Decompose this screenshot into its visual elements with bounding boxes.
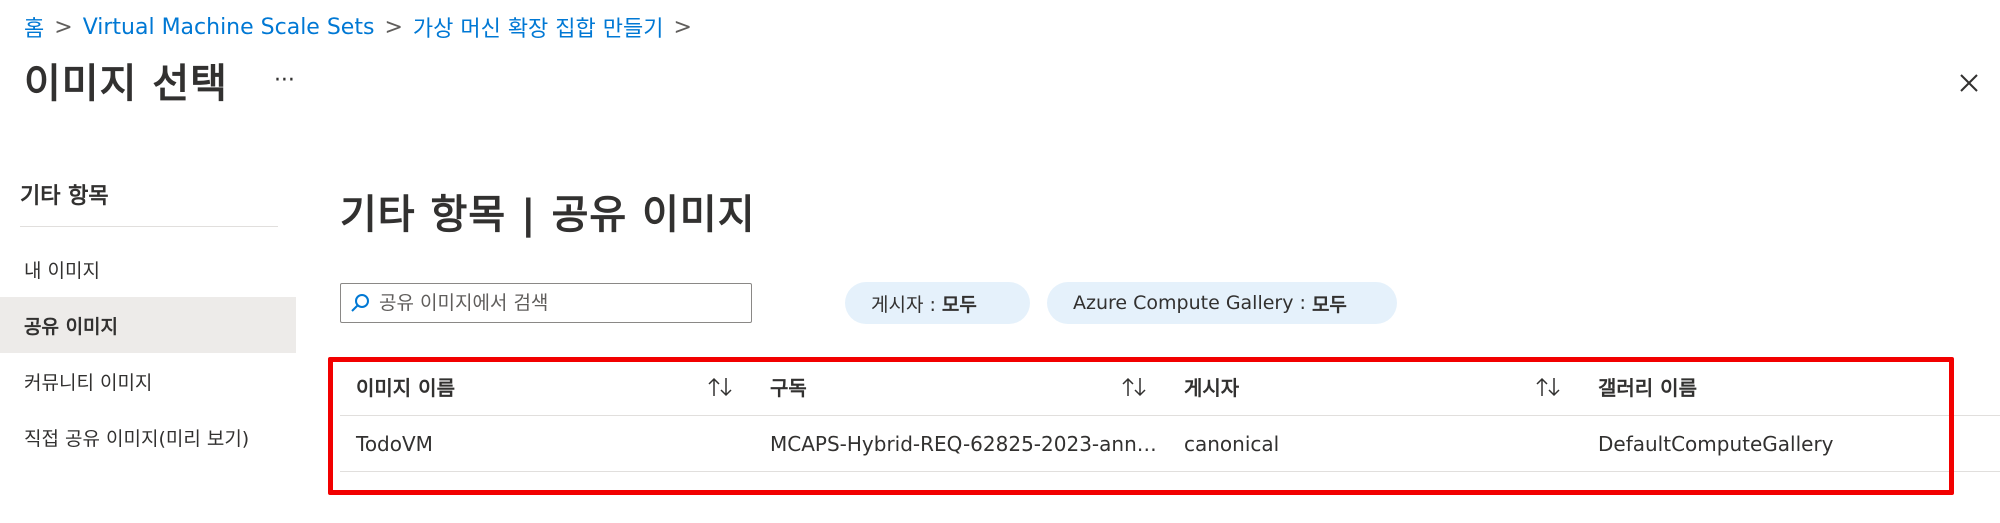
column-header-label: 이미지 이름 <box>356 376 455 400</box>
cell-subscription-text: MCAPS-Hybrid-REQ-62825-2023-annaj... <box>770 431 1168 456</box>
breadcrumb-home-link[interactable]: 홈 <box>24 11 44 43</box>
column-header-subscription[interactable]: 구독 <box>754 358 1168 415</box>
more-options-button[interactable]: ··· <box>268 68 301 93</box>
page-title: 이미지 선택 <box>24 61 228 107</box>
search-icon <box>351 294 369 312</box>
filter-publisher-value: 모두 <box>941 293 977 316</box>
nav-item-shared-images[interactable]: 공유 이미지 <box>0 297 296 353</box>
chevron-right-icon: > <box>384 14 403 40</box>
breadcrumb-create-vmss-link[interactable]: 가상 머신 확장 집합 만들기 <box>413 11 664 43</box>
sort-icon[interactable] <box>1120 376 1148 398</box>
column-header-publisher[interactable]: 게시자 <box>1168 358 1582 415</box>
search-input[interactable] <box>379 292 749 314</box>
nav-item-my-images[interactable]: 내 이미지 <box>0 241 296 297</box>
chevron-right-icon: > <box>54 14 73 40</box>
table-header-row: 이미지 이름 구독 게시자 갤러리 이름 <box>340 358 2000 416</box>
nav-item-community-images[interactable]: 커뮤니티 이미지 <box>0 353 296 409</box>
breadcrumb-vmss-link[interactable]: Virtual Machine Scale Sets <box>83 15 375 40</box>
filter-gallery-value: 모두 <box>1311 293 1347 316</box>
page-title-row: 이미지 선택 ··· <box>24 50 301 110</box>
sort-icon[interactable] <box>706 376 734 398</box>
chevron-right-icon: > <box>673 14 692 40</box>
page-root: 홈 > Virtual Machine Scale Sets > 가상 머신 확… <box>0 0 2000 523</box>
nav-list: 내 이미지 공유 이미지 커뮤니티 이미지 직접 공유 이미지(미리 보기) <box>0 241 296 465</box>
column-header-label: 게시자 <box>1184 376 1240 400</box>
images-table: 이미지 이름 구독 게시자 갤러리 이름 TodoVM MCAPS-Hybrid… <box>340 358 2000 472</box>
search-box[interactable] <box>340 283 752 323</box>
section-title: 기타 항목 | 공유 이미지 <box>340 192 756 238</box>
nav-item-direct-shared-images[interactable]: 직접 공유 이미지(미리 보기) <box>0 409 296 465</box>
filter-publisher-label: 게시자 : <box>871 293 936 316</box>
cell-image-name[interactable]: TodoVM <box>340 416 754 471</box>
table-row[interactable]: TodoVM MCAPS-Hybrid-REQ-62825-2023-annaj… <box>340 416 2000 472</box>
filter-publisher-pill[interactable]: 게시자 : 모두 <box>845 282 1030 324</box>
left-nav: 기타 항목 내 이미지 공유 이미지 커뮤니티 이미지 직접 공유 이미지(미리… <box>0 178 296 465</box>
close-icon <box>1960 74 1978 92</box>
column-header-label: 갤러리 이름 <box>1598 376 1697 400</box>
cell-subscription: MCAPS-Hybrid-REQ-62825-2023-annaj... <box>754 416 1168 471</box>
filter-gallery-pill[interactable]: Azure Compute Gallery : 모두 <box>1047 282 1397 324</box>
column-header-image-name[interactable]: 이미지 이름 <box>340 358 754 415</box>
column-header-gallery-name[interactable]: 갤러리 이름 <box>1582 358 2000 415</box>
sort-icon[interactable] <box>1534 376 1562 398</box>
filter-gallery-label: Azure Compute Gallery : <box>1073 292 1306 314</box>
column-header-label: 구독 <box>770 376 807 400</box>
close-button[interactable] <box>1952 66 1986 100</box>
left-nav-title: 기타 항목 <box>20 178 278 227</box>
cell-publisher: canonical <box>1184 431 1280 456</box>
breadcrumb: 홈 > Virtual Machine Scale Sets > 가상 머신 확… <box>24 10 692 44</box>
cell-gallery-name: DefaultComputeGallery <box>1598 431 1834 456</box>
